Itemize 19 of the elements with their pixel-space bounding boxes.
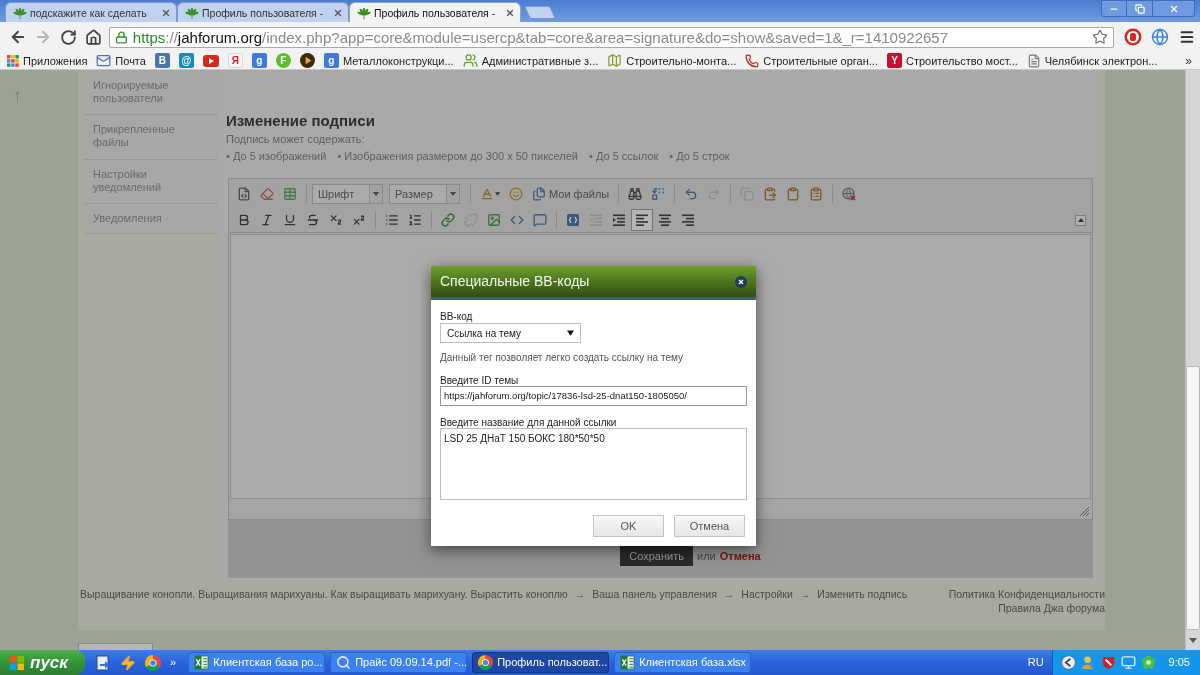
field-label: Введите ID темы	[440, 375, 520, 386]
breadcrumb-separator: →	[723, 587, 735, 601]
limit-item: • Изображения размером до 300 x 50 пикселей	[337, 149, 578, 163]
or-text: или	[697, 549, 716, 564]
limit-item: • До 5 изображений	[226, 149, 327, 163]
dialog-title: Специальные BB-коды	[440, 272, 590, 291]
breadcrumb-separator: →	[799, 587, 811, 601]
limit-item: • До 5 строк	[669, 149, 730, 163]
field-label: Введите название для данной ссылки	[440, 417, 618, 428]
field-label: BB-код	[440, 311, 474, 323]
letter-tile-icon: g	[323, 53, 339, 68]
breadcrumb-separator: →	[574, 587, 586, 601]
hint-text: Данный тег позволяет легко создать ссылку на тему	[440, 352, 684, 364]
section-heading: Изменение подписи	[226, 112, 376, 130]
clock: 9:05	[1168, 655, 1190, 671]
limit-item: • До 5 ссылок	[589, 149, 659, 163]
letter-tile-icon: Y	[886, 53, 902, 68]
intro-text: Подпись может содержать:	[226, 132, 366, 146]
url-text: https://jahforum.org/index.php?app=core&module=usercp&tab=core&area=signature&do=show&saved=1&_r=1410922657	[132, 27, 948, 47]
